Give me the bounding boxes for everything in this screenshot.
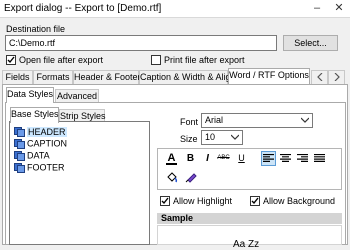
chevron-down-icon: [301, 117, 309, 123]
tree-item-caption[interactable]: CAPTION: [14, 137, 67, 149]
tab-data-styles[interactable]: Data Styles: [6, 87, 54, 103]
tab-base-styles[interactable]: Base Styles: [10, 107, 59, 123]
open-after-export-label: Open file after export: [19, 55, 104, 65]
main-tab-strip: Fields Formats Header & Footer Caption &…: [0, 68, 350, 84]
chevron-down-icon: [231, 134, 239, 140]
style-icon: [14, 138, 25, 149]
style-icon: [14, 150, 25, 161]
allow-background-label: Allow Background: [263, 196, 336, 206]
destination-label: Destination file: [6, 24, 66, 34]
align-left-icon: [263, 153, 274, 162]
select-button[interactable]: Select...: [283, 35, 338, 51]
sample-header: Sample: [157, 213, 342, 224]
tab-header-footer[interactable]: Header & Footer: [73, 70, 141, 84]
style-icon: [14, 126, 25, 137]
chevron-left-icon: [316, 72, 322, 82]
tree-item-header[interactable]: HEADER: [14, 125, 67, 137]
highlighter-icon: [185, 173, 197, 183]
tab-scroll-left-button[interactable]: [311, 70, 328, 84]
minimize-button[interactable]: –: [306, 0, 328, 17]
background-color-button[interactable]: [164, 170, 179, 185]
align-justify-icon: [314, 153, 325, 162]
align-right-button[interactable]: [295, 151, 310, 166]
tab-caption-width-align[interactable]: Caption & Width & Align: [139, 70, 236, 84]
print-after-export-checkbox[interactable]: [151, 55, 161, 65]
align-justify-button[interactable]: [312, 151, 327, 166]
window-title: Export dialog -- Export to [Demo.rtf]: [4, 3, 162, 14]
italic-button[interactable]: I: [200, 151, 215, 166]
bold-button[interactable]: B: [183, 151, 198, 166]
size-select-value: 10: [205, 132, 216, 142]
strikethrough-button[interactable]: ABC: [216, 151, 231, 166]
tab-scroll-right-button[interactable]: [328, 70, 345, 84]
underline-button[interactable]: U: [234, 151, 249, 166]
size-select[interactable]: 10: [201, 130, 243, 145]
allow-highlight-checkbox[interactable]: [160, 196, 170, 206]
tab-advanced[interactable]: Advanced: [55, 89, 99, 103]
close-button[interactable]: ✕: [328, 0, 350, 17]
tab-fields[interactable]: Fields: [2, 70, 33, 84]
align-center-icon: [280, 153, 291, 162]
align-center-button[interactable]: [278, 151, 293, 166]
font-color-button[interactable]: A: [164, 151, 179, 166]
destination-file-input[interactable]: C:\Demo.rtf: [5, 35, 277, 51]
size-label: Size: [180, 134, 198, 144]
font-select-value: Arial: [205, 115, 224, 125]
font-select[interactable]: Arial: [201, 113, 313, 128]
open-after-export-checkbox[interactable]: [6, 55, 16, 65]
tree-item-footer[interactable]: FOOTER: [14, 161, 65, 173]
print-after-export-label: Print file after export: [164, 55, 245, 65]
align-right-icon: [297, 153, 308, 162]
tab-formats[interactable]: Formats: [33, 70, 73, 84]
allow-highlight-label: Allow Highlight: [173, 196, 233, 206]
tab-word-rtf-options[interactable]: Word / RTF Options: [228, 68, 310, 84]
font-label: Font: [180, 117, 199, 127]
allow-background-checkbox[interactable]: [250, 196, 260, 206]
sample-preview: Aa Zz: [157, 225, 342, 250]
paint-bucket-icon: [166, 172, 177, 183]
align-left-button[interactable]: [261, 151, 276, 166]
styles-tree[interactable]: HEADER CAPTION DATA FOOTER: [9, 121, 150, 245]
title-bar: Export dialog -- Export to [Demo.rtf] – …: [0, 0, 350, 18]
highlight-button[interactable]: [183, 170, 198, 185]
tree-item-data[interactable]: DATA: [14, 149, 50, 161]
style-icon: [14, 162, 25, 173]
chevron-right-icon: [334, 72, 340, 82]
